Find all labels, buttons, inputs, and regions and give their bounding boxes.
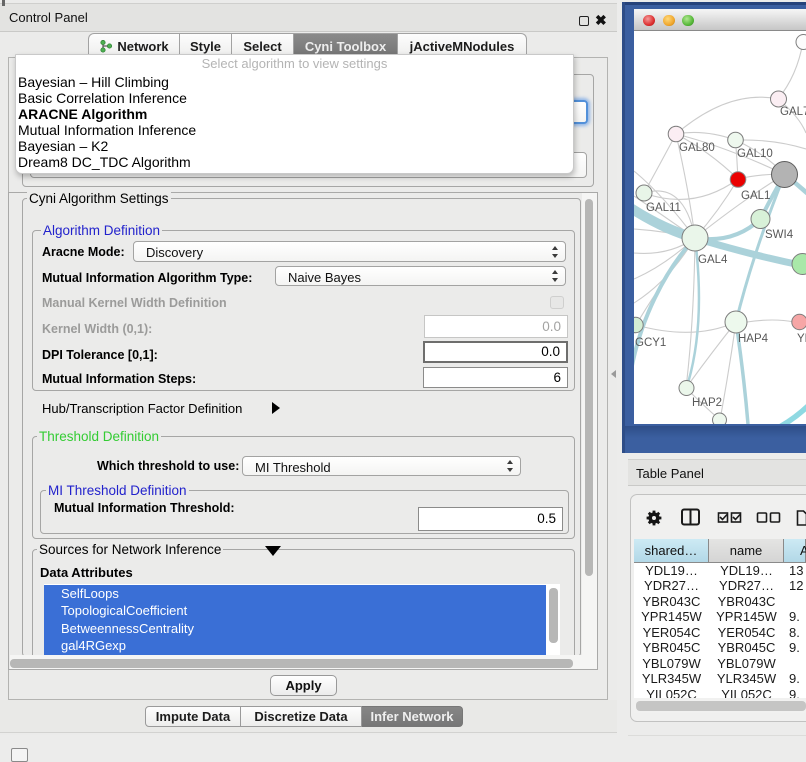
svg-text:HAP4: HAP4 <box>738 333 769 345</box>
svg-text:GAL7: GAL7 <box>780 106 806 118</box>
svg-text:HAP2: HAP2 <box>692 397 722 409</box>
svg-text:GCY1: GCY1 <box>635 337 666 349</box>
svg-text:SWI4: SWI4 <box>765 229 794 241</box>
svg-text:GAL1: GAL1 <box>741 190 770 202</box>
svg-text:GAL10: GAL10 <box>737 148 773 160</box>
svg-text:GAL11: GAL11 <box>646 202 681 214</box>
svg-text:GAL80: GAL80 <box>679 142 715 154</box>
svg-text:GAL4: GAL4 <box>698 254 728 266</box>
svg-text:YM: YM <box>797 333 806 345</box>
